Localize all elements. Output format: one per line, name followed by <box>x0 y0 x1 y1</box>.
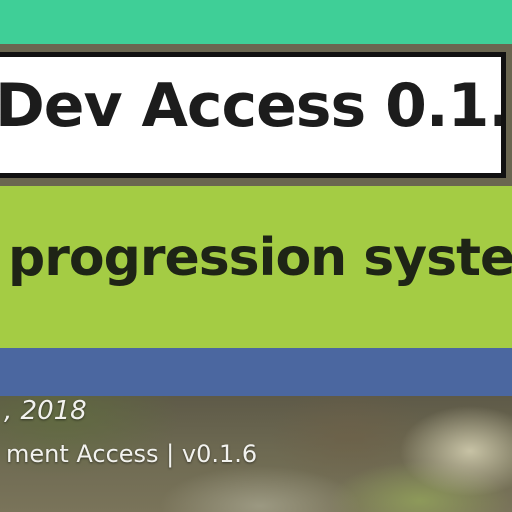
subtitle-banner: progression syster <box>0 186 512 348</box>
post-meta: ment Access | v0.1.6 <box>6 440 258 468</box>
post-date: , 2018 <box>4 396 87 426</box>
top-accent-band <box>0 0 512 44</box>
background-image: , 2018 ment Access | v0.1.6 <box>0 396 512 512</box>
title-banner: Dev Access 0.1.6 <box>0 52 506 178</box>
page-subtitle: progression syster <box>8 228 512 288</box>
page-title: Dev Access 0.1.6 <box>0 71 506 141</box>
blue-divider-band <box>0 348 512 396</box>
